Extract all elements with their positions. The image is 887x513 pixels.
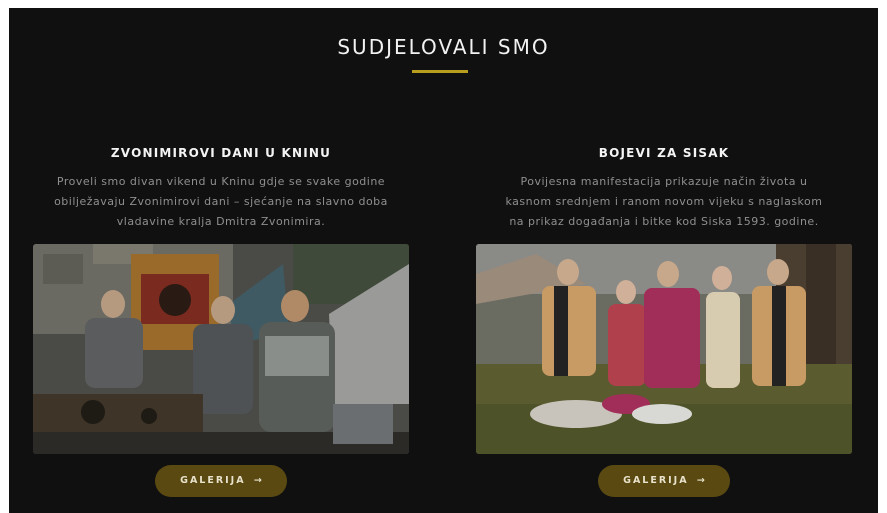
- description-line: vladavine kralja Dmitra Zvonimira.: [116, 215, 326, 228]
- event-card-knin: ZVONIMIROVI DANI U KNINU Proveli smo div…: [33, 8, 409, 513]
- arrow-right-icon: →: [696, 475, 705, 486]
- description-line: Proveli smo divan vikend u Kninu gdje se…: [56, 175, 386, 188]
- gallery-button[interactable]: GALERIJA →: [155, 465, 287, 497]
- gallery-button[interactable]: GALERIJA →: [598, 465, 730, 497]
- title-underline: [412, 70, 468, 73]
- event-card-description: Povijesna manifestacija prikazuje način …: [476, 172, 852, 232]
- description-line: na prikaz događanja i bitke kod Siska 15…: [509, 215, 819, 228]
- event-card-description: Proveli smo divan vikend u Kninu gdje se…: [33, 172, 409, 232]
- event-card-title: ZVONIMIROVI DANI U KNINU: [110, 146, 332, 160]
- description-line: obilježavaju Zvonimirovi dani – sjećanje…: [54, 195, 388, 208]
- description-line: Povijesna manifestacija prikazuje način …: [520, 175, 808, 188]
- arrow-right-icon: →: [253, 475, 262, 486]
- gallery-button-label: GALERIJA: [623, 475, 689, 486]
- event-photo-knin: [33, 244, 409, 454]
- costumed-group-photo-icon: [476, 244, 852, 454]
- gallery-button-label: GALERIJA: [180, 475, 246, 486]
- event-photo-sisak: [476, 244, 852, 454]
- event-card-title: BOJEVI ZA SISAK: [598, 146, 730, 160]
- participation-section: SUDJELOVALI SMO ZVONIMIROVI DANI U KNINU…: [9, 8, 878, 513]
- description-line: kasnom srednjem i ranom novom vijeku s n…: [505, 195, 823, 208]
- event-card-sisak: BOJEVI ZA SISAK Povijesna manifestacija …: [476, 8, 852, 513]
- knights-castle-photo-icon: [33, 244, 409, 454]
